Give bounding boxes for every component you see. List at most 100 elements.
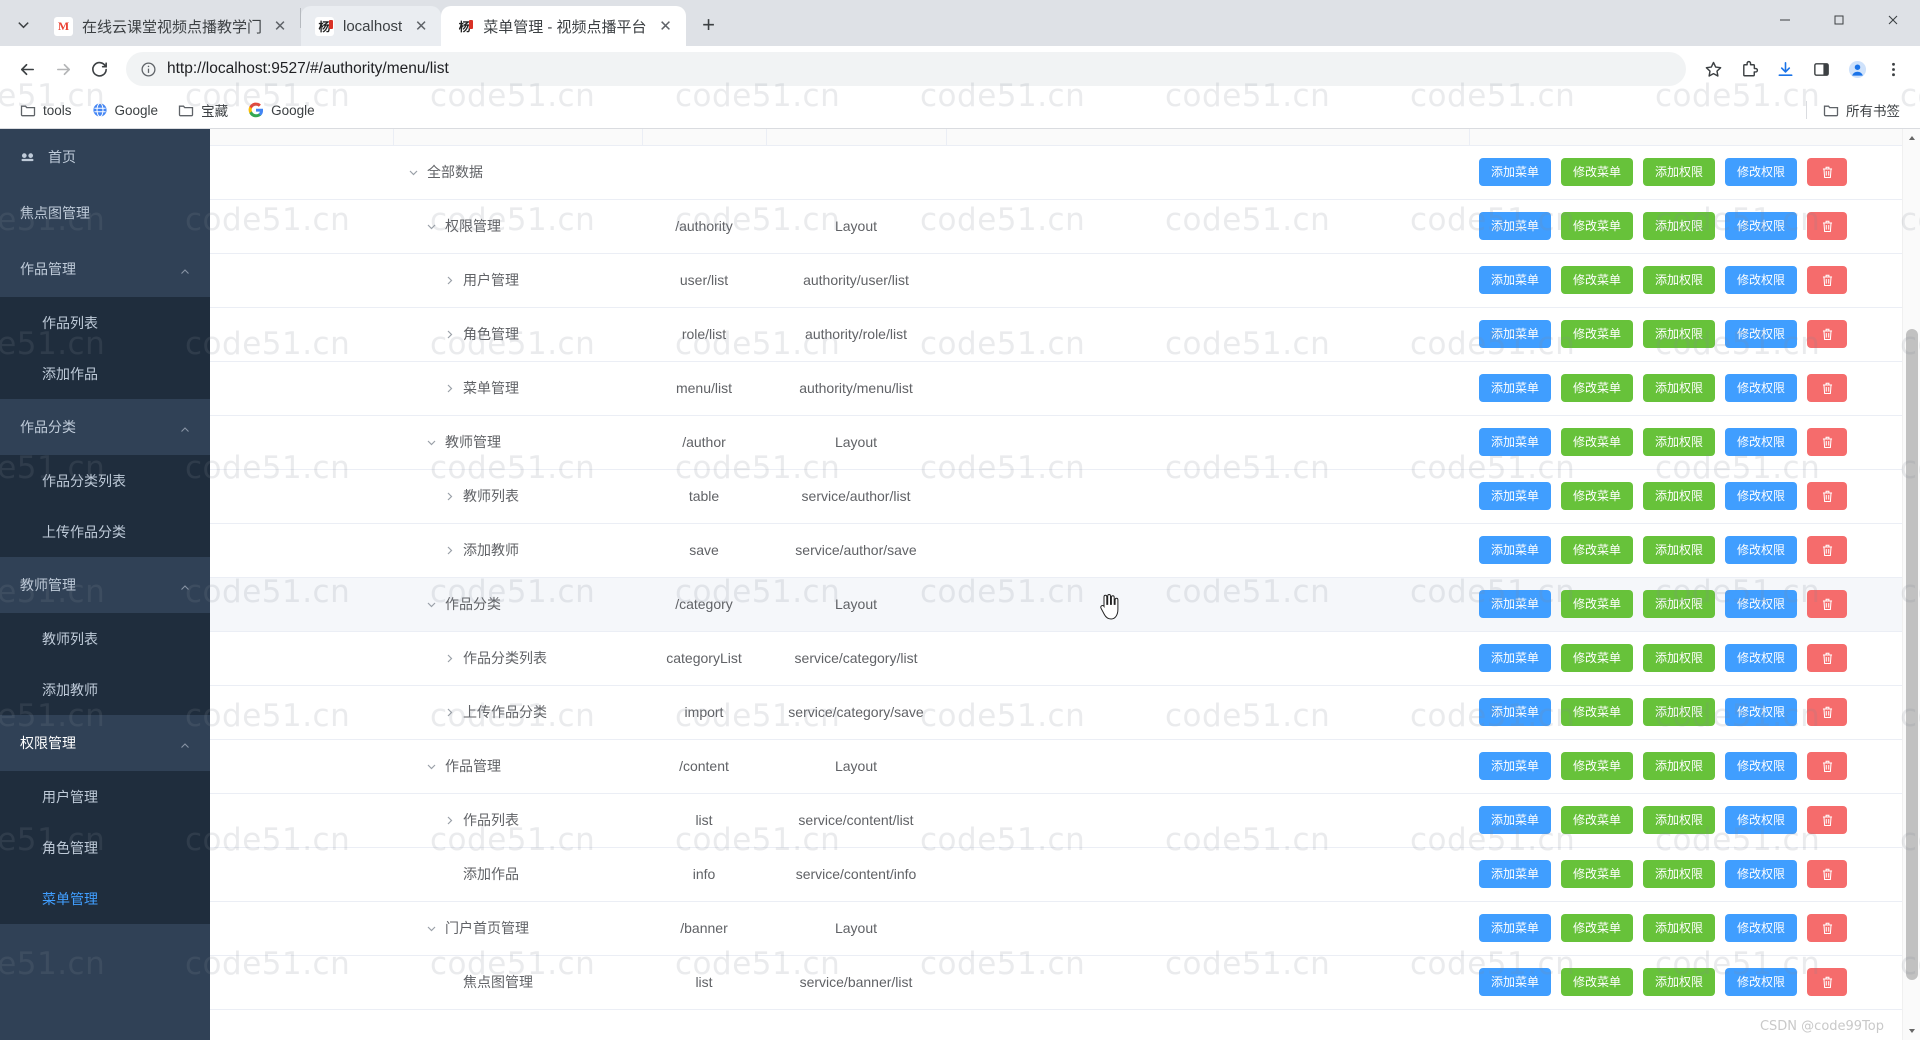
chevron-right-icon[interactable] [443, 706, 456, 719]
edit-permission-button[interactable]: 修改权限 [1725, 752, 1798, 780]
delete-button[interactable] [1807, 320, 1848, 348]
table-row[interactable]: 作品列表 list service/content/list 添加菜单 修改菜单 添加权限… [210, 793, 1902, 848]
delete-button[interactable] [1807, 860, 1848, 888]
edit-menu-button[interactable]: 修改菜单 [1561, 752, 1634, 780]
download-icon[interactable] [1768, 52, 1802, 86]
table-row[interactable]: 用户管理 user/list authority/user/list 添加菜单 修改菜单… [210, 253, 1902, 308]
chevron-down-icon[interactable] [425, 436, 438, 449]
forward-icon[interactable] [46, 52, 80, 86]
sidebar-item-work-list[interactable]: 作品列表 [0, 297, 210, 348]
sidebar-item-menu-mgmt[interactable]: 菜单管理 [0, 873, 210, 924]
chevron-right-icon[interactable] [443, 814, 456, 827]
delete-button[interactable] [1807, 590, 1848, 618]
edit-permission-button[interactable]: 修改权限 [1725, 644, 1798, 672]
delete-button[interactable] [1807, 536, 1848, 564]
sidebar-item-home[interactable]: 首页 [0, 129, 210, 185]
add-permission-button[interactable]: 添加权限 [1643, 482, 1716, 510]
add-menu-button[interactable]: 添加菜单 [1479, 860, 1552, 888]
chevron-down-icon[interactable] [425, 220, 438, 233]
chevron-down-icon[interactable] [425, 598, 438, 611]
edit-permission-button[interactable]: 修改权限 [1725, 158, 1798, 186]
tab-close-icon[interactable]: ✕ [411, 16, 431, 36]
table-row[interactable]: 角色管理 role/list authority/role/list 添加菜单 修改菜单… [210, 307, 1902, 362]
sidebar-group-teachers[interactable]: 教师管理 [0, 557, 210, 613]
extensions-icon[interactable] [1732, 52, 1766, 86]
edit-menu-button[interactable]: 修改菜单 [1561, 590, 1634, 618]
table-row[interactable]: 权限管理/authority Layout 添加菜单 修改菜单 添加权限 修改权限 [210, 199, 1902, 254]
table-row[interactable]: 作品分类列表 categoryList service/category/list 添… [210, 631, 1902, 686]
all-bookmarks-button[interactable]: 所有书签 [1815, 96, 1908, 124]
add-permission-button[interactable]: 添加权限 [1643, 158, 1716, 186]
chevron-right-icon[interactable] [443, 544, 456, 557]
edit-menu-button[interactable]: 修改菜单 [1561, 860, 1634, 888]
sidebar-item-banner[interactable]: 焦点图管理 [0, 185, 210, 241]
reload-icon[interactable] [82, 52, 116, 86]
browser-tab-2[interactable]: 杨 localhost ✕ [301, 6, 442, 46]
edit-menu-button[interactable]: 修改菜单 [1561, 914, 1634, 942]
edit-menu-button[interactable]: 修改菜单 [1561, 968, 1634, 996]
edit-permission-button[interactable]: 修改权限 [1725, 266, 1798, 294]
add-permission-button[interactable]: 添加权限 [1643, 266, 1716, 294]
table-row[interactable]: 作品管理/content Layout 添加菜单 修改菜单 添加权限 修改权限 [210, 739, 1902, 794]
add-menu-button[interactable]: 添加菜单 [1479, 644, 1552, 672]
table-row[interactable]: 添加作品 info service/content/info 添加菜单 修改菜单 添加权限… [210, 847, 1902, 902]
edit-permission-button[interactable]: 修改权限 [1725, 374, 1798, 402]
add-menu-button[interactable]: 添加菜单 [1479, 752, 1552, 780]
bookmark-google-2[interactable]: Google [240, 98, 323, 122]
chevron-down-icon[interactable] [425, 922, 438, 935]
table-row[interactable]: 作品分类/category Layout 添加菜单 修改菜单 添加权限 修改权限 [210, 577, 1902, 632]
table-row[interactable]: 教师管理/author Layout 添加菜单 修改菜单 添加权限 修改权限 [210, 415, 1902, 470]
add-menu-button[interactable]: 添加菜单 [1479, 482, 1552, 510]
delete-button[interactable] [1807, 752, 1848, 780]
delete-button[interactable] [1807, 914, 1848, 942]
more-menu-icon[interactable] [1876, 52, 1910, 86]
edit-permission-button[interactable]: 修改权限 [1725, 212, 1798, 240]
delete-button[interactable] [1807, 482, 1848, 510]
edit-menu-button[interactable]: 修改菜单 [1561, 806, 1634, 834]
chevron-down-icon[interactable] [425, 760, 438, 773]
edit-permission-button[interactable]: 修改权限 [1725, 320, 1798, 348]
edit-menu-button[interactable]: 修改菜单 [1561, 266, 1634, 294]
delete-button[interactable] [1807, 374, 1848, 402]
delete-button[interactable] [1807, 968, 1848, 996]
tab-close-icon[interactable]: ✕ [656, 16, 676, 36]
delete-button[interactable] [1807, 212, 1848, 240]
edit-menu-button[interactable]: 修改菜单 [1561, 212, 1634, 240]
delete-button[interactable] [1807, 428, 1848, 456]
add-permission-button[interactable]: 添加权限 [1643, 752, 1716, 780]
new-tab-button[interactable]: + [692, 8, 726, 42]
page-scrollbar[interactable] [1902, 129, 1920, 1040]
add-permission-button[interactable]: 添加权限 [1643, 320, 1716, 348]
add-permission-button[interactable]: 添加权限 [1643, 428, 1716, 456]
table-row[interactable]: 菜单管理 menu/list authority/menu/list 添加菜单 修改菜单… [210, 361, 1902, 416]
bookmark-tools[interactable]: tools [12, 98, 80, 122]
add-menu-button[interactable]: 添加菜单 [1479, 806, 1552, 834]
sidebar-item-teacher-list[interactable]: 教师列表 [0, 613, 210, 664]
edit-permission-button[interactable]: 修改权限 [1725, 482, 1798, 510]
table-row[interactable]: 门户首页管理/banner Layout 添加菜单 修改菜单 添加权限 修改权限 [210, 901, 1902, 956]
chevron-right-icon[interactable] [443, 382, 456, 395]
add-permission-button[interactable]: 添加权限 [1643, 806, 1716, 834]
add-permission-button[interactable]: 添加权限 [1643, 698, 1716, 726]
browser-tab-3[interactable]: 杨 菜单管理 - 视频点播平台 ✕ [441, 6, 686, 46]
add-permission-button[interactable]: 添加权限 [1643, 644, 1716, 672]
table-row[interactable]: 上传作品分类 import service/category/save 添加菜单 修改菜… [210, 685, 1902, 740]
edit-menu-button[interactable]: 修改菜单 [1561, 698, 1634, 726]
address-bar[interactable]: http://localhost:9527/#/authority/menu/l… [126, 52, 1686, 86]
sidebar-item-upload-category[interactable]: 上传作品分类 [0, 506, 210, 557]
add-menu-button[interactable]: 添加菜单 [1479, 158, 1552, 186]
table-row[interactable]: 添加教师 save service/author/save 添加菜单 修改菜单 添加权限修… [210, 523, 1902, 578]
add-permission-button[interactable]: 添加权限 [1643, 860, 1716, 888]
delete-button[interactable] [1807, 698, 1848, 726]
maximize-icon[interactable] [1812, 0, 1866, 40]
table-row[interactable]: 教师列表 table service/author/list 添加菜单 修改菜单 添加权限… [210, 469, 1902, 524]
sidebar-item-role-mgmt[interactable]: 角色管理 [0, 822, 210, 873]
chevron-right-icon[interactable] [443, 328, 456, 341]
edit-permission-button[interactable]: 修改权限 [1725, 860, 1798, 888]
sidebar-item-category-list[interactable]: 作品分类列表 [0, 455, 210, 506]
edit-permission-button[interactable]: 修改权限 [1725, 698, 1798, 726]
add-menu-button[interactable]: 添加菜单 [1479, 374, 1552, 402]
sidebar-item-add-teacher[interactable]: 添加教师 [0, 664, 210, 715]
add-menu-button[interactable]: 添加菜单 [1479, 266, 1552, 294]
add-menu-button[interactable]: 添加菜单 [1479, 428, 1552, 456]
